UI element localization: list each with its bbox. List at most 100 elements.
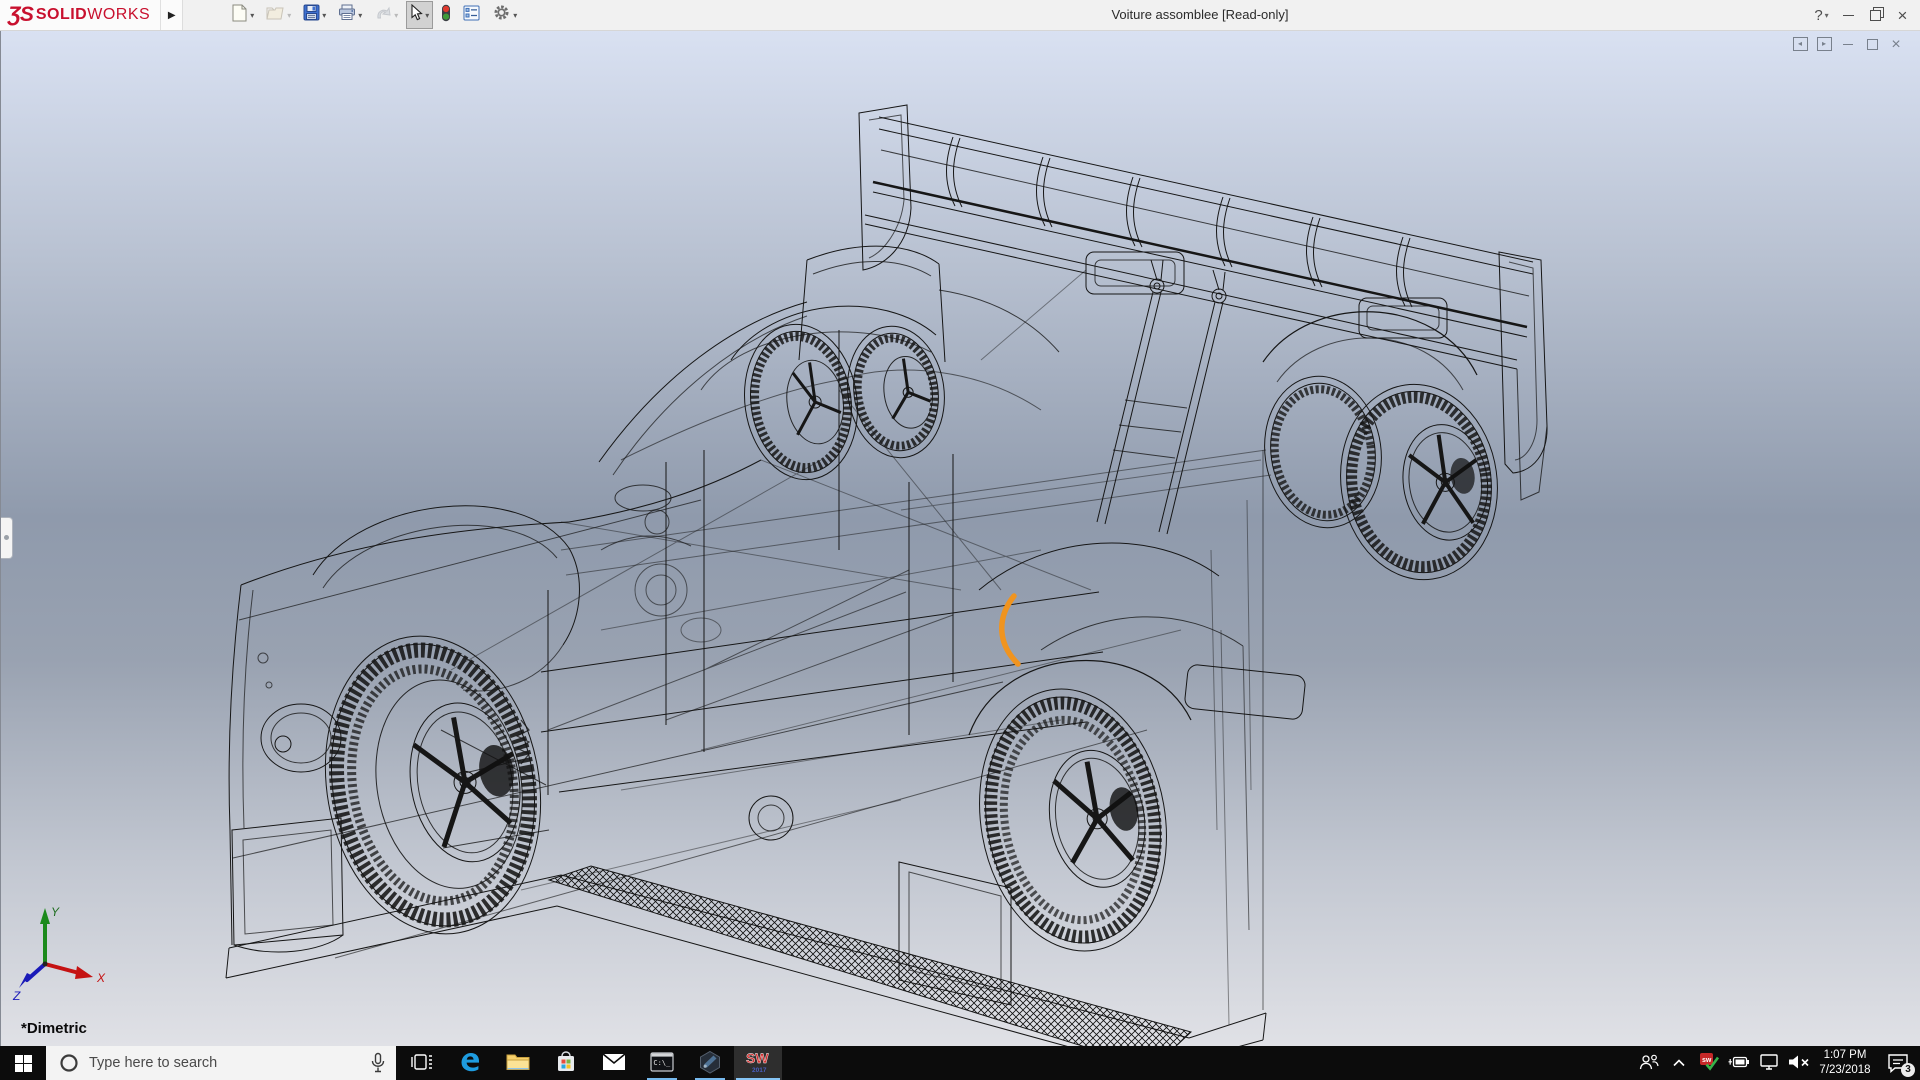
graphics-area[interactable]: ◂ ▸ × Y X Z *Dimetric: [0, 30, 1920, 1046]
help-button[interactable]: ?▾: [1808, 0, 1835, 30]
doc-restore-button[interactable]: [1860, 35, 1884, 53]
svg-text:2017: 2017: [752, 1067, 767, 1074]
gear-icon: [492, 3, 511, 27]
selected-edge-highlight: [1002, 596, 1018, 664]
svg-text:sw: sw: [1702, 1057, 1712, 1064]
tray-people-button[interactable]: [1634, 1046, 1664, 1080]
view-orientation-label: *Dimetric: [21, 1020, 87, 1037]
open-button: ▾: [262, 2, 295, 29]
taskbar-search-input[interactable]: Type here to search: [46, 1046, 396, 1080]
taskbar-app-command-prompt[interactable]: C:\_: [638, 1046, 686, 1080]
rebuild-traffic-light-icon: [441, 4, 451, 27]
clock-time: 1:07 PM: [1824, 1048, 1867, 1063]
pane-right-button[interactable]: ▸: [1812, 35, 1836, 53]
new-document-button[interactable]: ▾: [227, 1, 258, 30]
solidworks-logo: ƷS SOLID WORKS: [0, 0, 161, 30]
notification-badge: 3: [1901, 1063, 1915, 1077]
axis-z-label: Z: [12, 989, 21, 1002]
tray-solidworks-resource-monitor-button[interactable]: sw: [1694, 1046, 1724, 1080]
volume-muted-icon: [1787, 1053, 1811, 1074]
taskbar: Type here to search C:\_ SW2017 sw 1:07 P…: [0, 1046, 1920, 1080]
action-center-button[interactable]: 3: [1876, 1046, 1920, 1080]
restore-icon: [1870, 10, 1881, 21]
taskbar-app-solidworks-2017[interactable]: SW2017: [734, 1046, 782, 1080]
microphone-icon[interactable]: [370, 1052, 386, 1079]
quick-access-toolbar: ▾ ▾ ▾ ▾ ▾ ▾ ▾: [225, 0, 523, 30]
store-icon: [555, 1050, 577, 1077]
select-button[interactable]: ▾: [406, 1, 433, 29]
task-view-icon: [411, 1051, 433, 1076]
solidworks-check-icon: sw: [1699, 1052, 1719, 1074]
settings-button[interactable]: ▾: [488, 0, 521, 30]
minimize-icon: [1843, 44, 1853, 45]
solidworks-logo-text-bold: SOLID: [36, 6, 87, 24]
pane-left-icon: ◂: [1793, 37, 1808, 51]
document-title: Voiture assomblee [Read-only]: [480, 0, 1920, 30]
taskbar-app-task-view[interactable]: [398, 1046, 446, 1080]
axis-x-label: X: [96, 971, 106, 985]
panel-expand-tab[interactable]: [1, 517, 13, 559]
chevron-down-icon[interactable]: ▾: [322, 11, 326, 20]
svg-text:SW: SW: [746, 1050, 769, 1066]
restore-icon: [1867, 39, 1878, 50]
pane-right-icon: ▸: [1817, 37, 1832, 51]
close-icon: ×: [1891, 36, 1900, 53]
windows-logo-icon: [15, 1055, 32, 1072]
solidworks-icon: SW2017: [745, 1049, 772, 1077]
search-placeholder: Type here to search: [89, 1055, 217, 1071]
save-button[interactable]: ▾: [299, 1, 330, 29]
doc-close-button[interactable]: ×: [1884, 35, 1908, 53]
chevron-down-icon[interactable]: ▾: [513, 11, 517, 20]
taskbar-app-composer[interactable]: [686, 1046, 734, 1080]
clock-date: 7/23/2018: [1819, 1063, 1870, 1078]
print-button[interactable]: ▾: [334, 1, 366, 29]
chevron-down-icon[interactable]: ▾: [250, 11, 254, 20]
system-tray: sw 1:07 PM 7/23/2018 3: [1634, 1046, 1920, 1080]
title-bar: ƷS SOLID WORKS ▶ ▾ ▾ ▾ ▾ ▾ ▾ ▾ Voiture assombl…: [0, 0, 1920, 31]
axis-y-label: Y: [51, 905, 60, 919]
tray-network-button[interactable]: [1754, 1046, 1784, 1080]
minimize-button[interactable]: [1835, 0, 1862, 30]
toolbar-flyout-button[interactable]: ▶: [161, 0, 183, 30]
document-window-controls: ◂ ▸ ×: [1788, 35, 1908, 53]
pane-left-button[interactable]: ◂: [1788, 35, 1812, 53]
taskbar-clock[interactable]: 1:07 PM 7/23/2018: [1814, 1046, 1876, 1080]
cortana-icon: [59, 1053, 79, 1073]
panel-expand-dot-icon: [4, 535, 9, 540]
undo-button: ▾: [370, 2, 402, 29]
axis-triad: Y X Z: [11, 902, 121, 1002]
taskbar-apps: C:\_ SW2017: [398, 1046, 782, 1080]
edge-icon: [458, 1050, 482, 1077]
chevron-up-icon: [1672, 1056, 1686, 1071]
taskbar-app-edge[interactable]: [446, 1046, 494, 1080]
tray-power-button[interactable]: [1724, 1046, 1754, 1080]
rebuild-button[interactable]: [437, 1, 455, 30]
minimize-icon: [1843, 15, 1854, 16]
taskbar-app-file-explorer[interactable]: [494, 1046, 542, 1080]
open-folder-icon: [266, 5, 285, 26]
chevron-down-icon[interactable]: ▾: [287, 11, 291, 20]
tray-show-hidden-icons-button[interactable]: [1664, 1046, 1694, 1080]
save-icon: [303, 4, 320, 26]
chevron-down-icon[interactable]: ▾: [394, 11, 398, 20]
solidworks-logo-glyph: ƷS: [8, 3, 33, 27]
taskbar-app-mail[interactable]: [590, 1046, 638, 1080]
start-button[interactable]: [0, 1046, 46, 1080]
restore-button[interactable]: [1862, 0, 1889, 30]
undo-icon: [374, 5, 392, 26]
select-cursor-icon: [410, 4, 423, 26]
solidworks-logo-text-light: WORKS: [87, 6, 150, 24]
taskbar-app-store[interactable]: [542, 1046, 590, 1080]
doc-minimize-button[interactable]: [1836, 35, 1860, 53]
print-icon: [338, 4, 356, 26]
document-properties-icon: [463, 5, 480, 26]
command-prompt-icon: C:\_: [650, 1052, 674, 1075]
tray-volume-muted-button[interactable]: [1784, 1046, 1814, 1080]
power-icon: [1727, 1054, 1751, 1073]
chevron-down-icon[interactable]: ▾: [358, 11, 362, 20]
model-wireframe-car[interactable]: [1, 30, 1920, 1046]
close-button[interactable]: ×: [1889, 0, 1916, 30]
chevron-down-icon[interactable]: ▾: [425, 11, 429, 20]
new-document-icon: [231, 4, 248, 27]
document-properties-button[interactable]: [459, 2, 484, 29]
